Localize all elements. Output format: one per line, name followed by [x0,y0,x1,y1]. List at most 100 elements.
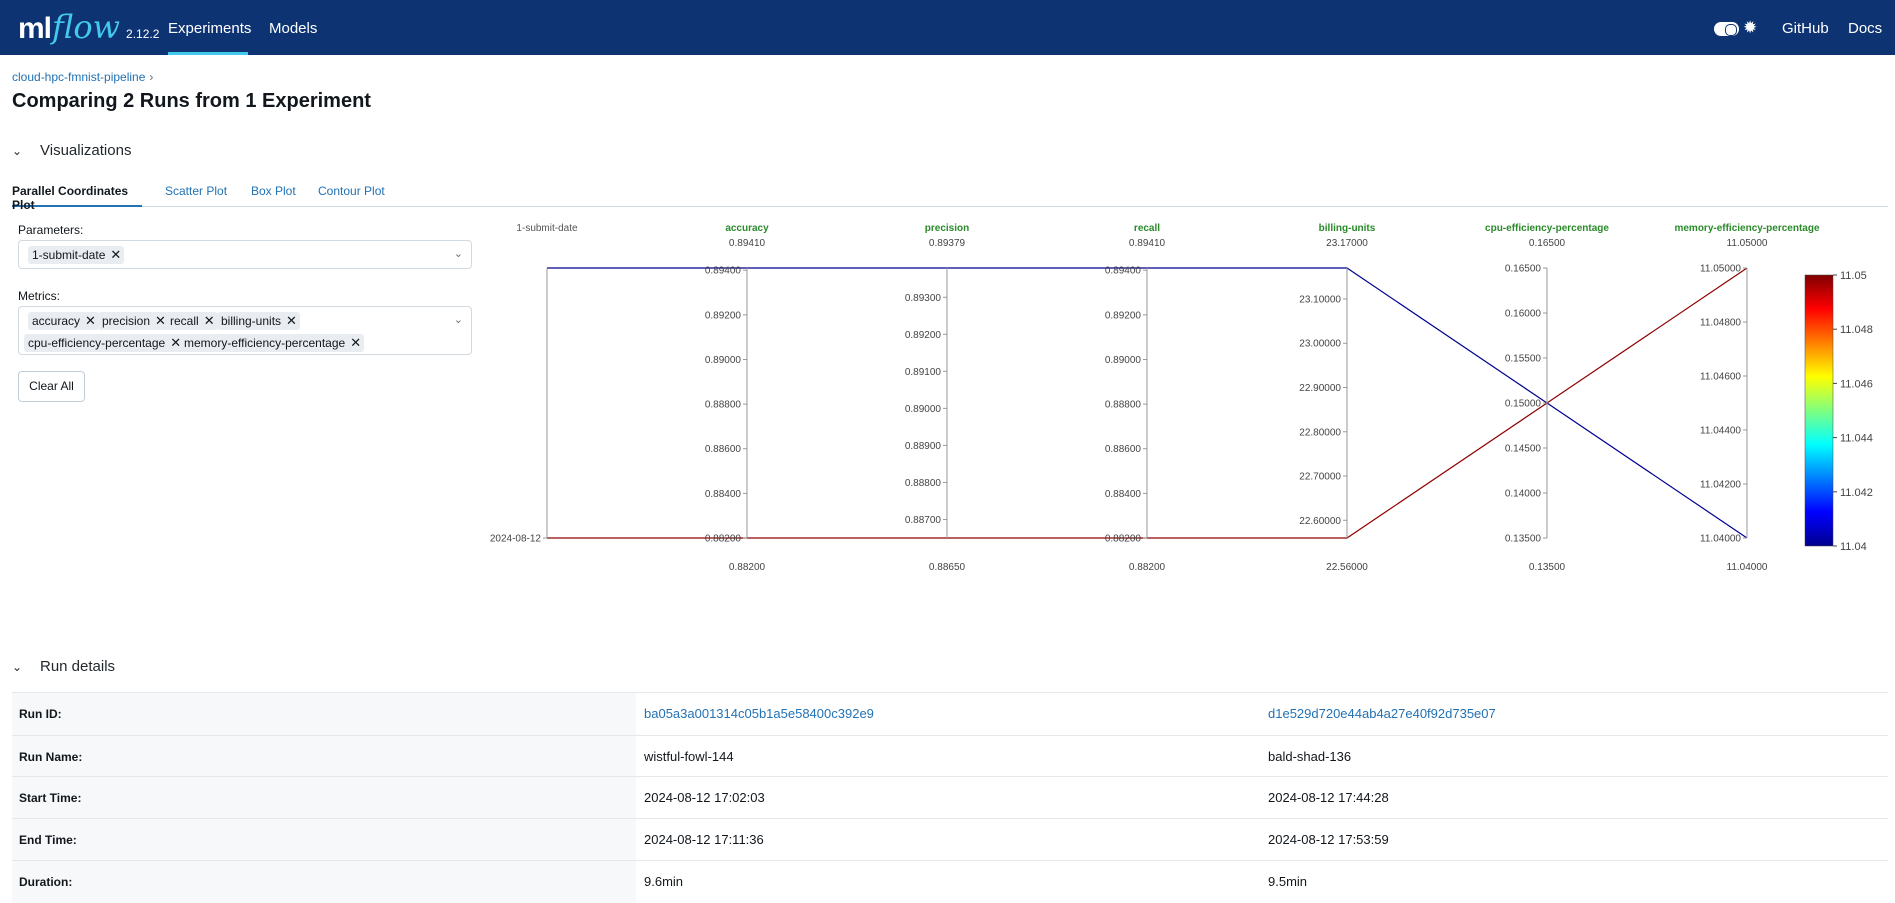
close-icon[interactable]: ✕ [286,313,297,328]
end-time-value: 2024-08-12 17:11:36 [644,832,764,847]
metrics-select[interactable]: accuracy ✕ precision ✕ recall ✕ billing-uni… [18,306,472,355]
axis-tick-label: 0.15500 [1505,354,1542,365]
parameter-chip-label: 1-submit-date [32,248,106,262]
axis-tick-label: 0.89000 [705,355,742,366]
run-details-section-toggle[interactable]: ⌄ Run details [12,658,115,675]
chevron-down-icon[interactable]: ⌄ [454,247,463,260]
breadcrumb-experiment-link[interactable]: cloud-hpc-fmnist-pipeline [12,70,145,84]
nav-github[interactable]: GitHub [1782,0,1829,55]
axis-tick-label: 22.60000 [1299,516,1341,527]
breadcrumb: cloud-hpc-fmnist-pipeline › [12,70,153,84]
pcp-colorbar: 11.05 11.048 11.046 11.044 11.042 11.04 [1804,270,1873,553]
axis-tick-label: 0.13500 [1505,534,1542,545]
axis-tick-label: 22.80000 [1299,427,1341,438]
axis-tick-label: 0.14000 [1505,489,1542,500]
metric-chip-label: cpu-efficiency-percentage [28,336,166,350]
axis-title: cpu-efficiency-percentage [1485,223,1609,234]
parameters-label: Parameters: [18,223,84,237]
axis-tick-label: 11.04800 [1700,318,1741,329]
duration-value: 9.6min [644,874,684,889]
logo-flow-text: flow [52,8,121,46]
axis-tick-label: 0.88700 [905,515,942,526]
parameter-chip: 1-submit-date ✕ [28,246,125,264]
close-icon[interactable]: ✕ [155,313,166,328]
logo-ml-text: ml [18,12,52,45]
axis-tick-label: 0.88800 [905,478,942,489]
axis-tick-label: 11.04200 [1700,480,1741,491]
row-label: Run ID: [12,693,636,735]
axis-tick-label: 23.10000 [1299,294,1341,305]
axis-tick-label: 0.89000 [905,404,942,415]
clear-all-button[interactable]: Clear All [18,371,85,402]
axis-tick-label: 2024-08-12 [490,534,542,545]
table-row-duration: Duration: 9.6min 9.5min [12,860,1888,903]
visualization-tabs: Parallel Coordinates Plot Scatter Plot B… [12,184,1888,212]
close-icon[interactable]: ✕ [85,313,96,328]
row-label: Run Name: [12,736,636,778]
axis-min-label: 0.88200 [729,562,766,573]
metrics-label: Metrics: [18,289,60,303]
chevron-down-icon[interactable]: ⌄ [454,313,463,326]
metric-chip: cpu-efficiency-percentage ✕ [24,334,185,352]
axis-tick-label: 0.88800 [705,400,742,411]
colorbar-tick-label: 11.042 [1840,487,1873,499]
axis-max-label: 0.16500 [1529,238,1566,249]
visualizations-section-toggle[interactable]: ⌄ Visualizations [12,142,131,159]
axis-tick-label: 0.88600 [1105,444,1142,455]
metric-chip: memory-efficiency-percentage ✕ [180,334,365,352]
axis-tick-label: 0.89200 [705,310,742,321]
axis-tick-label: 0.88200 [1105,534,1142,545]
parameters-select[interactable]: 1-submit-date ✕ ⌄ [18,240,472,269]
axis-tick-label: 0.89400 [1105,266,1142,277]
axis-tick-label: 0.88600 [705,444,742,455]
start-time-value: 2024-08-12 17:02:03 [644,790,765,805]
version-label: 2.12.2 [126,27,160,41]
close-icon[interactable]: ✕ [110,247,121,262]
close-icon[interactable]: ✕ [204,313,215,328]
row-label: Duration: [12,861,636,903]
axis-title: billing-units [1319,223,1376,234]
start-time-value: 2024-08-12 17:44:28 [1268,790,1389,805]
tab-contour-plot[interactable]: Contour Plot [318,184,385,207]
tab-scatter-plot[interactable]: Scatter Plot [165,184,227,207]
colorbar-tick-label: 11.048 [1840,324,1873,336]
page-title: Comparing 2 Runs from 1 Experiment [12,90,371,112]
axis-tick-label: 0.88400 [1105,489,1142,500]
nav-docs[interactable]: Docs [1848,0,1882,55]
theme-toggle[interactable] [1714,22,1739,36]
run-name-value: bald-shad-136 [1268,749,1352,764]
axis-tick-label: 0.89200 [1105,310,1142,321]
colorbar-gradient [1804,274,1834,547]
table-row-end-time: End Time: 2024-08-12 17:11:36 2024-08-12… [12,818,1888,861]
sun-icon: ✹ [1743,18,1758,37]
axis-max-label: 23.17000 [1326,238,1368,249]
tab-box-plot[interactable]: Box Plot [251,184,296,207]
axis-tick-label: 11.04400 [1700,426,1741,437]
metric-chip-label: accuracy [32,314,81,328]
metric-chip-label: precision [102,314,151,328]
row-label: Start Time: [12,777,636,819]
parallel-coordinates-plot[interactable]: 1-submit-date 2024-08-12 accuracy 0.89410 0.… [480,220,1880,580]
tab-parallel-coordinates[interactable]: Parallel Coordinates Plot [12,184,142,212]
nav-experiments[interactable]: Experiments [168,0,251,55]
run-details-heading: Run details [40,658,116,675]
close-icon[interactable]: ✕ [350,335,361,350]
axis-min-label: 0.13500 [1529,562,1566,573]
metric-chip: precision ✕ [98,312,169,330]
chevron-right-icon: › [149,70,154,84]
row-label: End Time: [12,819,636,861]
run-id-link[interactable]: ba05a3a001314c05b1a5e58400c392e9 [644,693,874,735]
axis-tick-label: 0.88200 [705,534,742,545]
axis-tick-label: 22.70000 [1299,472,1341,483]
run-name-value: wistful-fowl-144 [644,749,734,764]
nav-models[interactable]: Models [269,0,317,55]
mlflow-logo[interactable]: ml flow 2.12.2 [18,8,159,46]
run-id-link[interactable]: d1e529d720e44ab4a27e40f92d735e07 [1268,693,1496,735]
top-navigation-bar: ml flow 2.12.2 Experiments Models ✹ GitH… [0,0,1895,55]
axis-tick-label: 0.88800 [1105,400,1142,411]
axis-min-label: 0.88650 [929,562,966,573]
metric-chip-label: memory-efficiency-percentage [184,336,346,350]
axis-tick-label: 11.05000 [1700,264,1741,275]
table-row-run-name: Run Name: wistful-fowl-144 bald-shad-136 [12,735,1888,778]
axis-tick-label: 0.89200 [905,330,942,341]
